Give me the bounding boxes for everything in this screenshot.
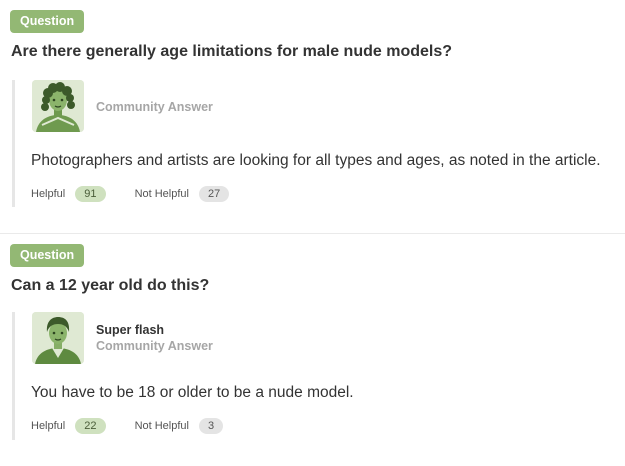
answer-text: Photographers and artists are looking fo… xyxy=(31,152,601,169)
not-helpful-button[interactable]: Not Helpful 27 xyxy=(135,186,230,202)
not-helpful-count: 3 xyxy=(198,418,224,434)
question-title: Can a 12 year old do this? xyxy=(11,277,210,294)
helpful-count: 22 xyxy=(75,418,106,434)
author-role: Community Answer xyxy=(96,339,213,353)
qa-block: Question Can a 12 year old do this? Supe… xyxy=(0,233,625,466)
author-role: Community Answer xyxy=(96,100,213,114)
not-helpful-button[interactable]: Not Helpful 3 xyxy=(135,418,224,434)
helpful-label: Helpful xyxy=(31,188,66,200)
helpful-label: Helpful xyxy=(31,420,66,432)
question-badge: Question xyxy=(10,10,85,33)
not-helpful-label: Not Helpful xyxy=(134,420,189,432)
community-answer: Community Answer Photographers and artis… xyxy=(12,80,621,207)
community-answer: Super flash Community Answer You have to… xyxy=(12,312,621,440)
helpful-button[interactable]: Helpful 91 xyxy=(31,186,106,202)
not-helpful-count: 27 xyxy=(198,186,230,202)
curly-haired-person-avatar-icon xyxy=(32,80,84,132)
vote-bar: Helpful 91 Not Helpful 27 xyxy=(31,186,230,202)
short-haired-person-avatar-icon xyxy=(32,312,84,364)
not-helpful-label: Not Helpful xyxy=(134,188,189,200)
helpful-button[interactable]: Helpful 22 xyxy=(31,418,106,434)
helpful-count: 91 xyxy=(75,186,106,202)
answer-text: You have to be 18 or older to be a nude … xyxy=(31,384,354,401)
question-badge: Question xyxy=(10,244,85,267)
question-title: Are there generally age limitations for … xyxy=(11,43,453,60)
author-name: Super flash xyxy=(96,323,165,337)
qa-block: Question Are there generally age limitat… xyxy=(0,0,625,233)
vote-bar: Helpful 22 Not Helpful 3 xyxy=(31,418,224,434)
